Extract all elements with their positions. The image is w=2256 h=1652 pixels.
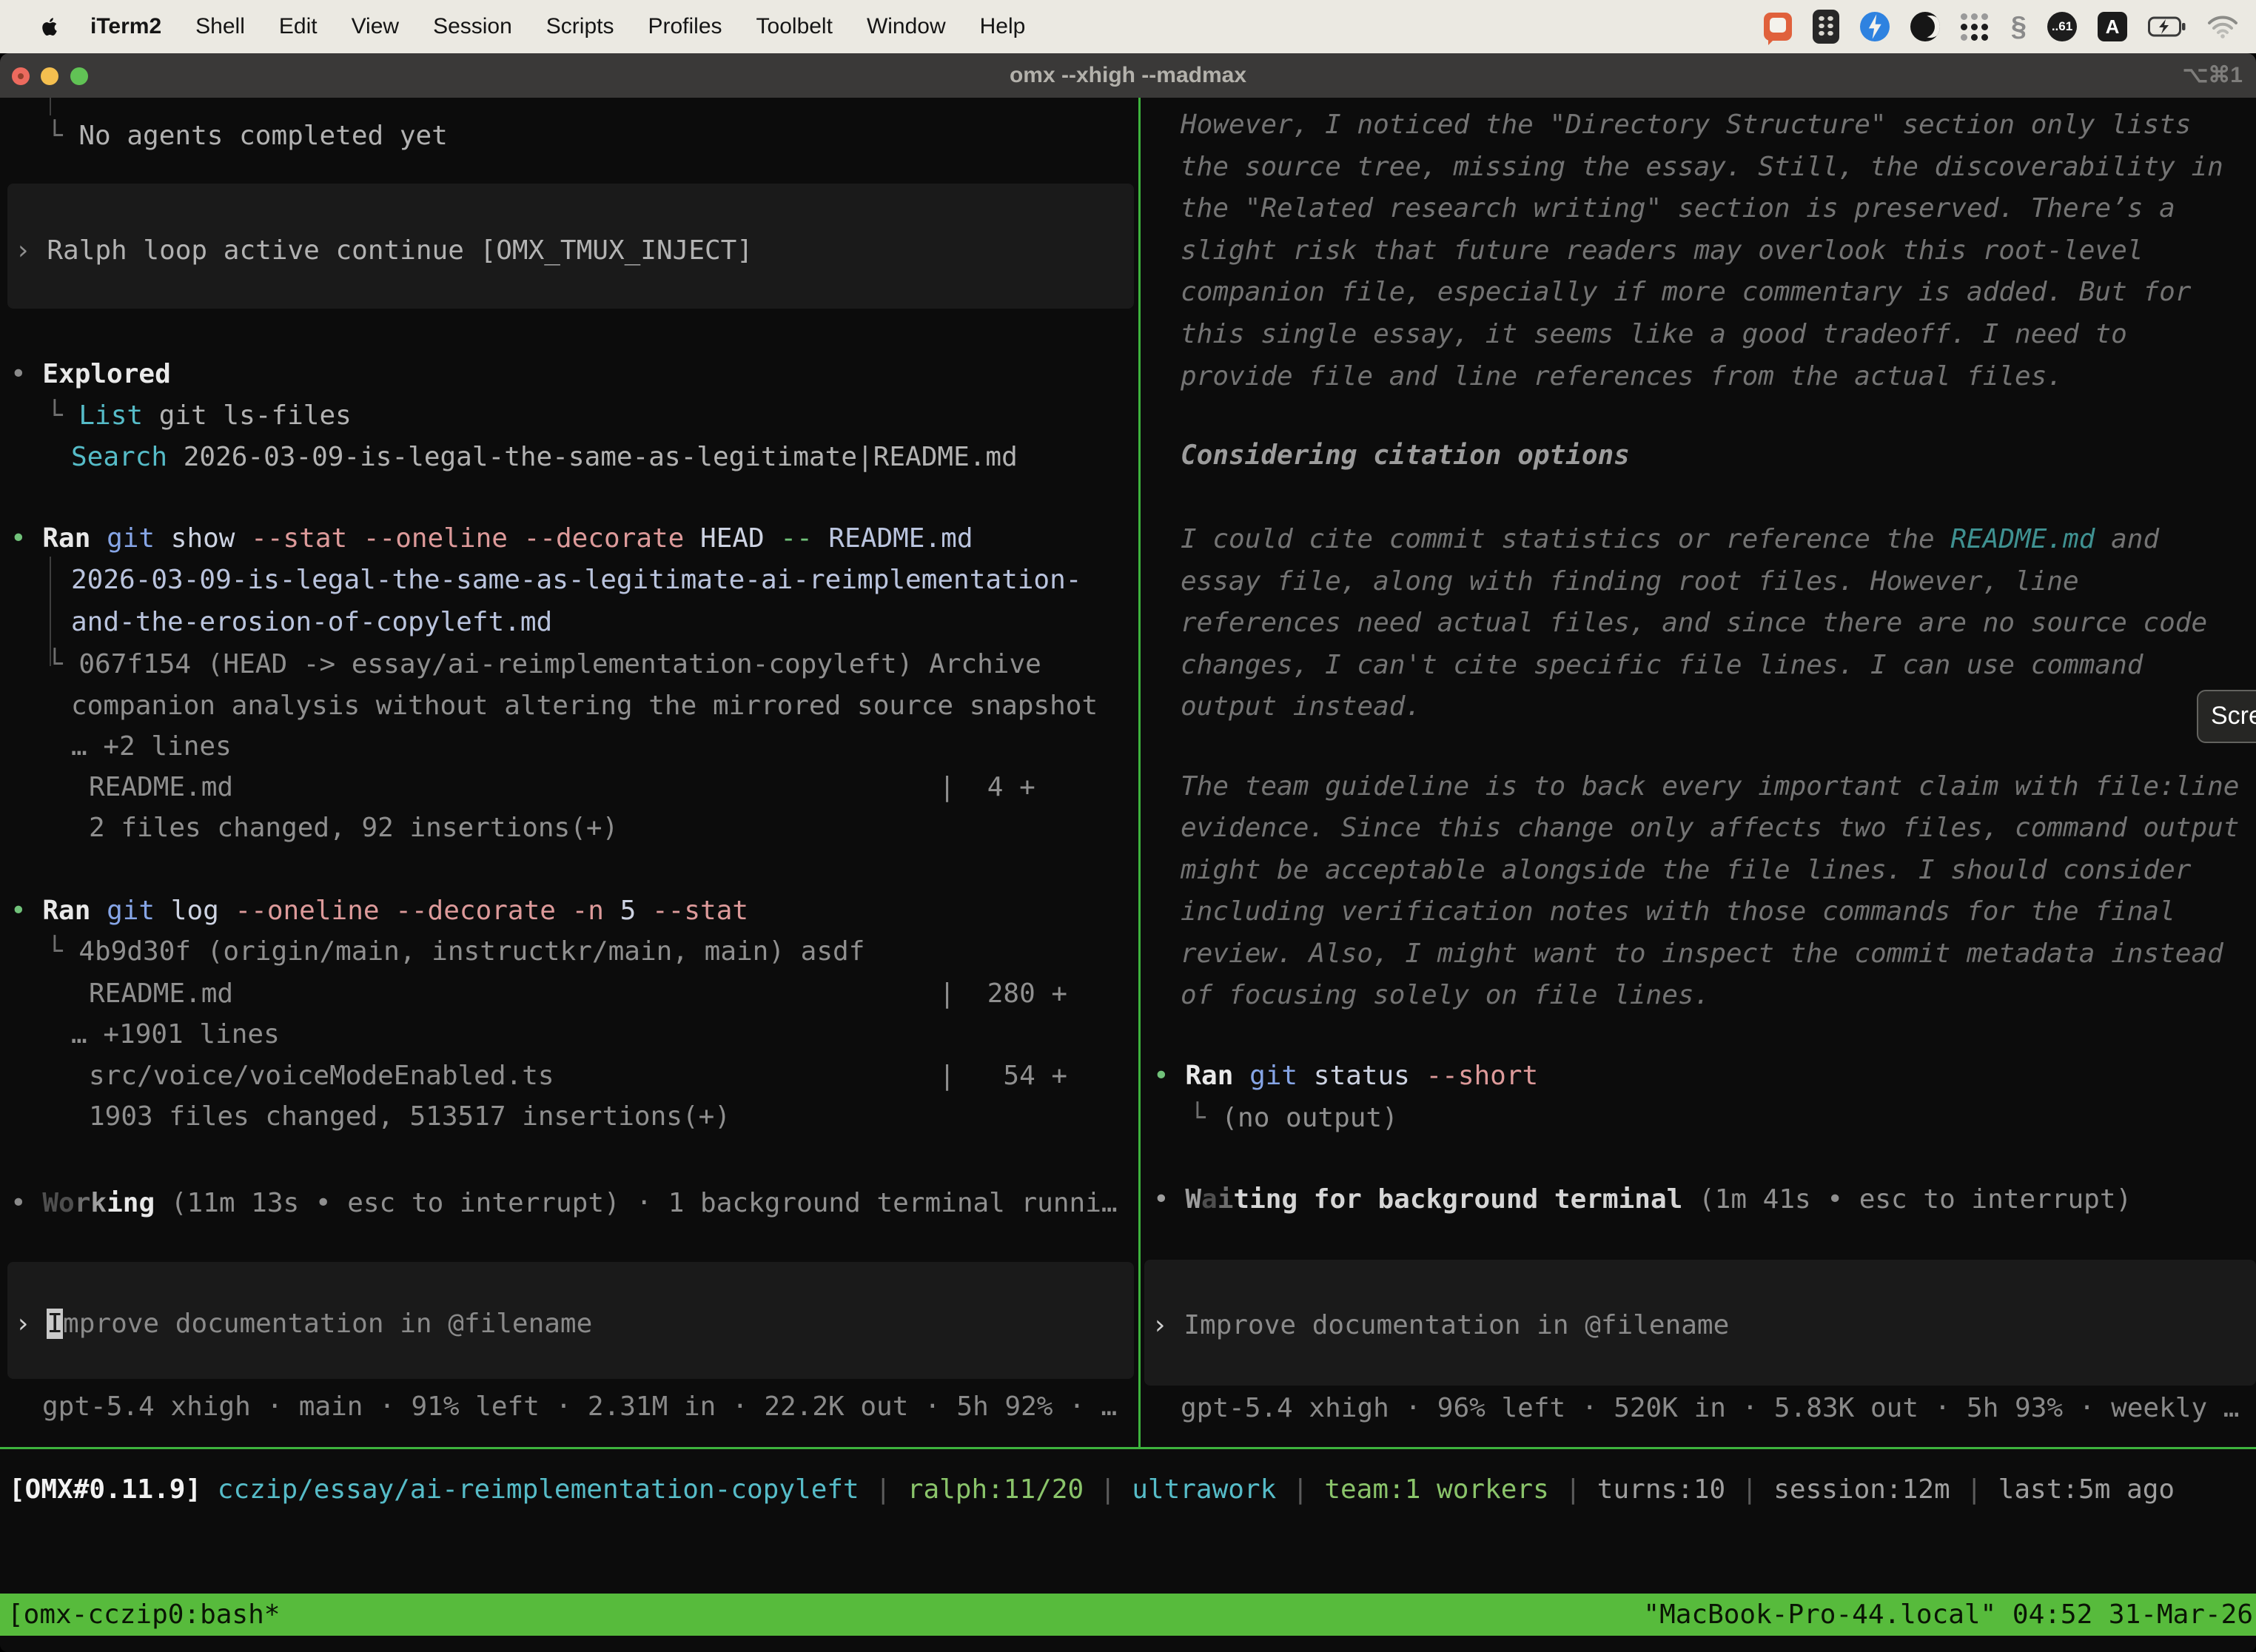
terminal-line: … +1901 lines <box>71 1013 280 1055</box>
prompt-text-left: › Improve documentation in @filename <box>15 1303 592 1345</box>
ralph-inject-line: › Ralph loop active continue [OMX_TMUX_I… <box>15 229 753 272</box>
model-status-right: gpt-5.4 xhigh · 96% left · 520K in · 5.8… <box>1181 1387 2239 1429</box>
terminal-line: 1903 files changed, 513517 insertions(+) <box>89 1095 731 1138</box>
thinking-heading: Considering citation options <box>1181 434 1630 477</box>
terminal-line: the source tree, missing the essay. Stil… <box>1181 146 2223 188</box>
menu-item-edit[interactable]: Edit <box>279 14 318 39</box>
terminal-line: 2026-03-09-is-legal-the-same-as-legitima… <box>71 559 1081 601</box>
explored-search-line: Search 2026-03-09-is-legal-the-same-as-l… <box>71 436 1018 478</box>
terminal-line: I could cite commit statistics or refere… <box>1181 518 2159 560</box>
ran-git-status-line: • Ran git status --short <box>1153 1055 1538 1097</box>
terminal-line: output instead. <box>1181 685 1421 728</box>
terminal-line: └ (no output) <box>1189 1097 1398 1139</box>
terminal-line: README.md | 4 + <box>89 766 1035 808</box>
terminal-line: this single essay, it seems like a good … <box>1181 313 2127 355</box>
wifi-icon[interactable] <box>2207 15 2238 38</box>
menu-item-session[interactable]: Session <box>433 14 512 39</box>
keyboard-app-icon[interactable] <box>1813 10 1839 44</box>
working-status-line: • Working (11m 13s • esc to interrupt) ·… <box>10 1182 1118 1224</box>
menu-item-help[interactable]: Help <box>980 14 1026 39</box>
terminal-line: However, I noticed the "Directory Struct… <box>1181 104 2191 146</box>
menu-item-toolbelt[interactable]: Toolbelt <box>756 14 833 39</box>
bolt-badge-icon[interactable] <box>1860 12 1890 41</box>
terminal-line: └ 067f154 (HEAD -> essay/ai-reimplementa… <box>47 643 1041 685</box>
menu-item-iterm2[interactable]: iTerm2 <box>90 14 161 39</box>
terminal-line: including verification notes with those … <box>1181 890 2175 933</box>
dots-grid-icon[interactable] <box>1961 12 1990 41</box>
text-cursor: I <box>47 1309 63 1339</box>
menu-item-shell[interactable]: Shell <box>195 14 245 39</box>
terminal-line: the "Related research writing" section i… <box>1181 187 2175 229</box>
tmux-session-label: [omx-cczip0:bash* <box>7 1594 280 1636</box>
terminal-line: of focusing solely on file lines. <box>1181 974 1710 1016</box>
tmux-host-clock: "MacBook-Pro-44.local" 04:52 31-Mar-26 <box>1643 1594 2253 1636</box>
omx-status-line: [OMX#0.11.9] cczip/essay/ai-reimplementa… <box>9 1468 2175 1511</box>
prompt-text-right: › Improve documentation in @filename <box>1152 1304 1729 1346</box>
menu-item-window[interactable]: Window <box>867 14 946 39</box>
terminal-line: The team guideline is to back every impo… <box>1181 765 2239 807</box>
terminal-line: companion analysis without altering the … <box>71 685 1098 727</box>
terminal-line: companion file, especially if more comme… <box>1181 271 2191 313</box>
terminal-line: review. Also, I might want to inspect th… <box>1181 933 2223 975</box>
waiting-status-line: • Waiting for background terminal (1m 41… <box>1153 1178 2132 1220</box>
ran-git-log-line: • Ran git log --oneline --decorate -n 5 … <box>10 890 748 932</box>
apple-icon <box>38 14 61 39</box>
battery-icon[interactable] <box>2148 16 2186 37</box>
terminal-line: slight risk that future readers may over… <box>1181 229 2143 272</box>
explored-header: • Explored <box>10 353 171 395</box>
hook-utility-icon[interactable]: § <box>2011 11 2027 43</box>
agents-status-line: └ No agents completed yet <box>47 115 448 157</box>
model-status-left: gpt-5.4 xhigh · main · 91% left · 2.31M … <box>42 1386 1117 1428</box>
terminal-line: evidence. Since this change only affects… <box>1181 807 2239 849</box>
terminal-line: 2 files changed, 92 insertions(+) <box>89 807 618 849</box>
terminal-line: might be acceptable alongside the file l… <box>1181 849 2191 891</box>
explored-list-line: └ List git ls-files <box>47 394 352 437</box>
terminal-line: changes, I can't cite specific file line… <box>1181 644 2143 686</box>
terminal-line: and-the-erosion-of-copyleft.md <box>71 601 552 643</box>
input-source-icon[interactable]: A <box>2098 12 2127 41</box>
apple-menu[interactable] <box>38 14 61 39</box>
terminal-line: … +2 lines <box>71 725 232 768</box>
terminal-line: src/voice/voiceModeEnabled.ts | 54 + <box>89 1055 1067 1097</box>
terminal-line: essay file, along with finding root file… <box>1181 560 2079 602</box>
terminal-line: provide file and line references from th… <box>1181 355 2063 397</box>
menu-item-profiles[interactable]: Profiles <box>648 14 722 39</box>
terminal-line: README.md | 280 + <box>89 973 1067 1015</box>
menu-item-scripts[interactable]: Scripts <box>546 14 614 39</box>
usage-badge-icon[interactable]: ..61 <box>2047 12 2077 41</box>
screen-share-app-icon[interactable] <box>1764 13 1792 41</box>
tmux-status-bar: [omx-cczip0:bash* "MacBook-Pro-44.local"… <box>0 1594 2256 1636</box>
terminal-line: references need actual files, and since … <box>1181 602 2207 644</box>
ran-git-show-line: • Ran git show --stat --oneline --decora… <box>10 517 973 560</box>
screen-share-overlay[interactable]: Scre <box>2197 690 2256 743</box>
terminal-line: └ 4b9d30f (origin/main, instructkr/main,… <box>47 930 865 973</box>
macos-menu-bar: iTerm2 Shell Edit View Session Scripts Profil… <box>0 0 2256 53</box>
menubar-status-icons: § ..61 A <box>1764 10 2238 44</box>
terminal-window: omx --xhigh --madmax ⌥⌘1 └ No agents com… <box>0 53 2256 1652</box>
crescent-app-icon[interactable] <box>1910 12 1940 41</box>
menu-item-view[interactable]: View <box>352 14 399 39</box>
terminal-content: └ No agents completed yet › Ralph loop ac… <box>0 53 2256 1652</box>
